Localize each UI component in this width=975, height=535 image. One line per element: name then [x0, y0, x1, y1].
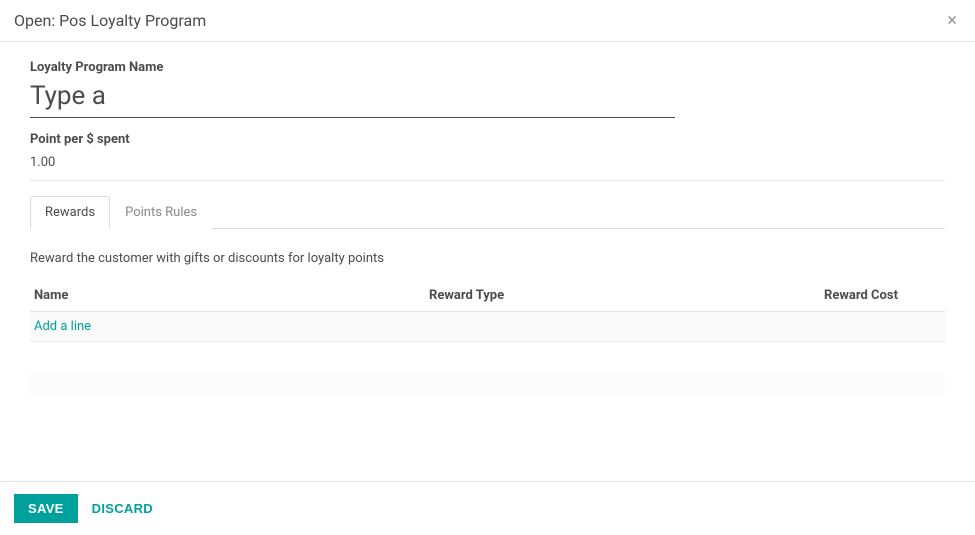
points-input[interactable]	[30, 155, 130, 170]
table-header: Name Reward Type Reward Cost	[30, 280, 945, 312]
column-reward-cost: Reward Cost	[824, 288, 941, 303]
rewards-table: Name Reward Type Reward Cost Add a line	[30, 280, 945, 398]
table-body: Add a line	[30, 312, 945, 342]
name-field: Loyalty Program Name	[30, 60, 945, 118]
dialog-body: Loyalty Program Name Point per $ spent R…	[0, 42, 975, 398]
column-name: Name	[34, 288, 429, 303]
rewards-description: Reward the customer with gifts or discou…	[30, 251, 945, 266]
name-label: Loyalty Program Name	[30, 60, 945, 75]
table-spacer	[30, 370, 945, 398]
dialog-footer: SAVE DISCARD	[0, 481, 975, 535]
tab-rewards[interactable]: Rewards	[30, 196, 110, 229]
points-field: Point per $ spent	[30, 132, 945, 181]
save-button[interactable]: SAVE	[14, 494, 78, 523]
dialog-header: Open: Pos Loyalty Program ×	[0, 0, 975, 42]
points-label: Point per $ spent	[30, 132, 945, 147]
name-input[interactable]	[30, 79, 675, 118]
column-reward-type: Reward Type	[429, 288, 824, 303]
close-icon[interactable]: ×	[943, 10, 961, 31]
discard-button[interactable]: DISCARD	[92, 501, 153, 516]
dialog-title: Open: Pos Loyalty Program	[14, 11, 206, 30]
tab-points-rules[interactable]: Points Rules	[110, 196, 212, 229]
tabs: Rewards Points Rules	[30, 195, 945, 229]
add-line-link[interactable]: Add a line	[30, 312, 945, 341]
